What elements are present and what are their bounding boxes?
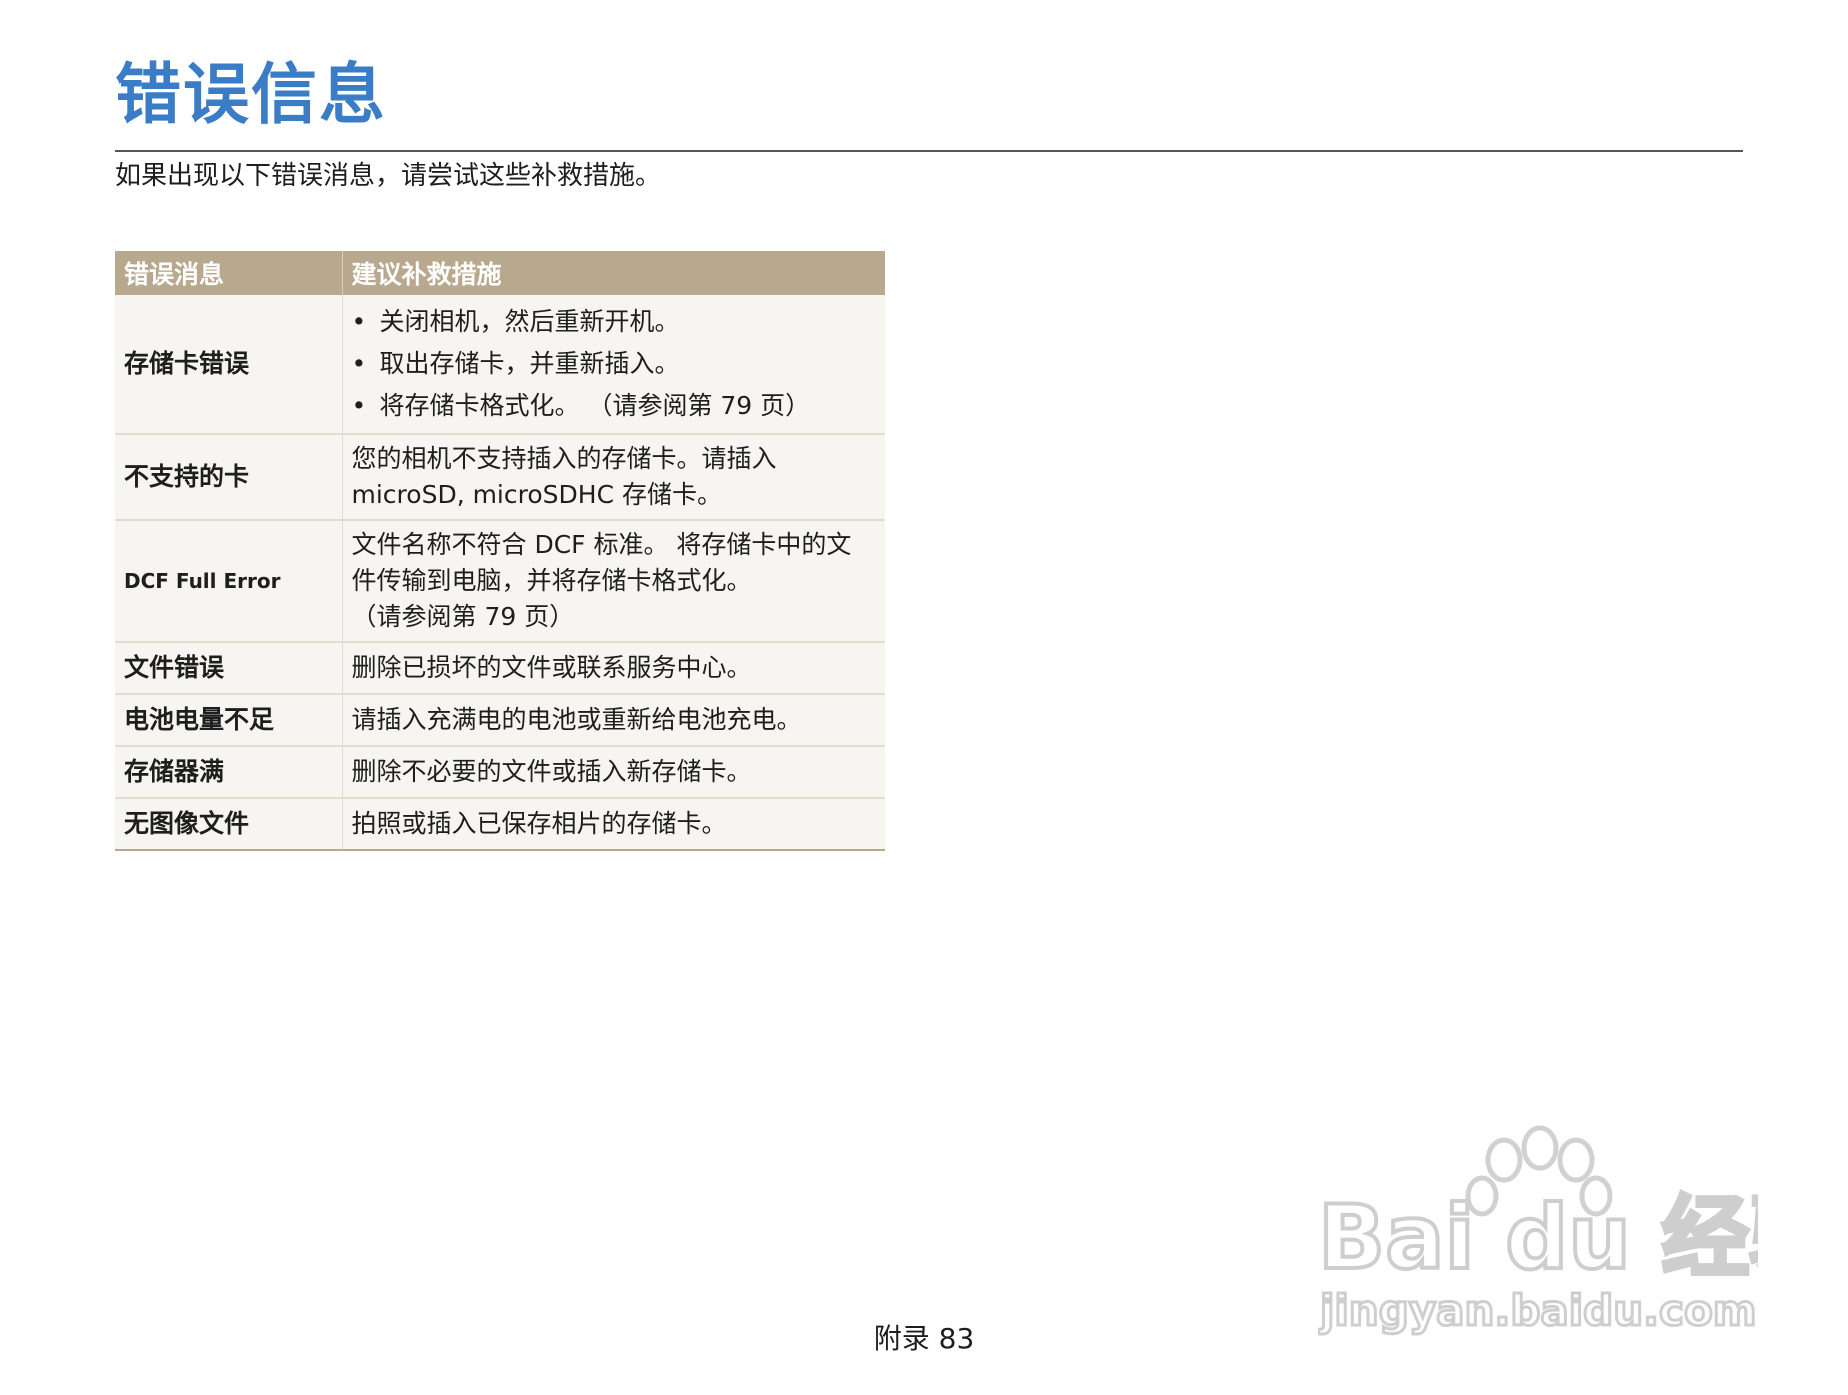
error-messages-table: 错误消息 建议补救措施 存储卡错误 关闭相机，然后重新开机。 取出存储卡，并重新… [115, 251, 885, 851]
row-error-name: DCF Full Error [115, 520, 343, 643]
baidu-jingyan-watermark: Bai du 经验 jingyan.baidu.com [1318, 1125, 1758, 1337]
row-remedy: 文件名称不符合 DCF 标准。 将存储卡中的文 件传输到电脑，并将存储卡格式化。… [342, 520, 885, 643]
remedy-line: 文件名称不符合 DCF 标准。 将存储卡中的文 [351, 530, 852, 559]
table-row: 不支持的卡 您的相机不支持插入的存储卡。请插入 microSD, microSD… [115, 434, 885, 521]
watermark-brand: Bai du 经验 [1318, 1186, 1758, 1289]
remedy-line: microSD, microSDHC 存储卡。 [351, 480, 722, 509]
header-remedy: 建议补救措施 [341, 251, 885, 295]
table-row: 无图像文件 拍照或插入已保存相片的存储卡。 [115, 798, 885, 851]
remedy-line: 件传输到电脑，并将存储卡格式化。 [351, 566, 752, 595]
remedy-bullet-list: 关闭相机，然后重新开机。 取出存储卡，并重新插入。 将存储卡格式化。 （请参阅第… [352, 301, 877, 427]
row-error-name: 文件错误 [115, 642, 343, 695]
row-error-name: 不支持的卡 [115, 434, 343, 521]
table-row: 存储器满 删除不必要的文件或插入新存储卡。 [115, 746, 885, 799]
row-remedy: 关闭相机，然后重新开机。 取出存储卡，并重新插入。 将存储卡格式化。 （请参阅第… [342, 295, 885, 435]
row-error-name: 电池电量不足 [115, 694, 343, 747]
row-remedy: 请插入充满电的电池或重新给电池充电。 [342, 694, 885, 747]
row-remedy: 您的相机不支持插入的存储卡。请插入 microSD, microSDHC 存储卡… [342, 434, 885, 521]
remedy-line: （请参阅第 79 页） [351, 602, 575, 631]
page-title: 错误信息 [115, 56, 387, 133]
list-item: 取出存储卡，并重新插入。 [352, 343, 877, 385]
list-item: 关闭相机，然后重新开机。 [352, 301, 877, 343]
row-remedy: 删除不必要的文件或插入新存储卡。 [342, 746, 885, 799]
table-header-row: 错误消息 建议补救措施 [115, 251, 885, 295]
intro-text: 如果出现以下错误消息，请尝试这些补救措施。 [115, 161, 662, 191]
remedy-line: 您的相机不支持插入的存储卡。请插入 [351, 444, 777, 473]
row-error-name: 存储器满 [115, 746, 343, 799]
row-remedy: 拍照或插入已保存相片的存储卡。 [342, 798, 885, 851]
table-row: 存储卡错误 关闭相机，然后重新开机。 取出存储卡，并重新插入。 将存储卡格式化。… [115, 295, 885, 435]
page-footer: 附录 83 [873, 1322, 975, 1355]
list-item: 将存储卡格式化。 （请参阅第 79 页） [352, 385, 877, 427]
table-row: DCF Full Error 文件名称不符合 DCF 标准。 将存储卡中的文 件… [115, 520, 885, 643]
row-remedy: 删除已损坏的文件或联系服务中心。 [342, 642, 885, 695]
title-divider [115, 150, 1743, 152]
header-error-message: 错误消息 [115, 251, 342, 295]
table-row: 文件错误 删除已损坏的文件或联系服务中心。 [115, 642, 885, 695]
row-error-name: 存储卡错误 [115, 295, 343, 435]
table-row: 电池电量不足 请插入充满电的电池或重新给电池充电。 [115, 694, 885, 747]
row-error-name: 无图像文件 [115, 798, 343, 851]
